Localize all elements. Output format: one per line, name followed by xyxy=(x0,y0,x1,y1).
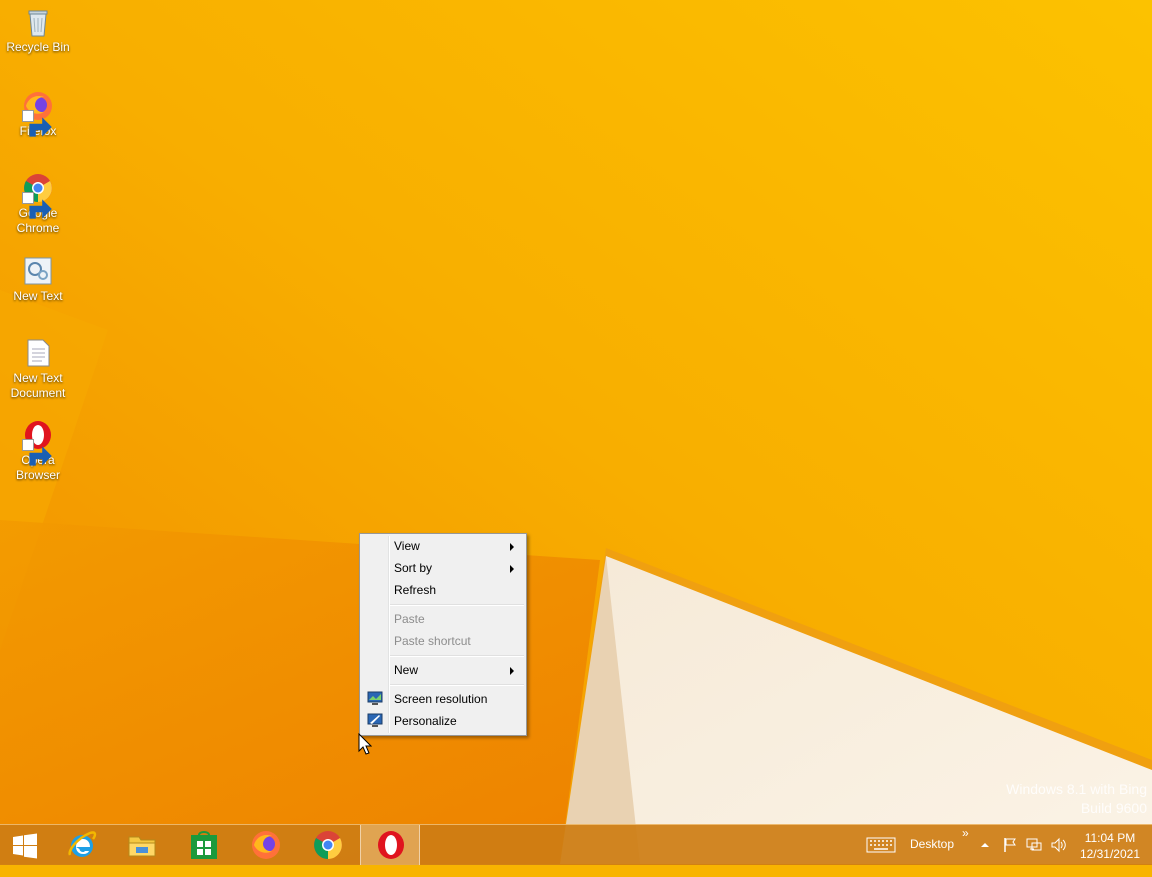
menu-item-label: Screen resolution xyxy=(394,692,488,706)
taskbar-opera[interactable] xyxy=(360,825,420,865)
start-button[interactable] xyxy=(0,825,50,865)
desktop-icon-label: Recycle Bin xyxy=(6,40,70,54)
recycle-bin-icon xyxy=(22,6,54,38)
submenu-arrow-icon xyxy=(510,565,514,573)
menu-item-screen-resolution[interactable]: Screen resolution xyxy=(362,688,524,710)
chrome-icon xyxy=(22,172,54,219)
text-document-icon xyxy=(22,337,54,369)
menu-item-label: Paste xyxy=(394,612,425,626)
menu-item-label: New xyxy=(394,663,419,677)
watermark-build: Build 9600 xyxy=(1080,800,1147,816)
monitor-icon xyxy=(367,691,383,705)
menu-item-label: Refresh xyxy=(394,583,437,597)
windows-watermark: Windows 8.1 with Bing Build 9600 xyxy=(1006,780,1147,818)
volume-icon[interactable] xyxy=(1050,837,1066,853)
menu-item-label: View xyxy=(394,539,420,553)
desktop-icon-recycle-bin[interactable]: Recycle Bin xyxy=(2,6,74,55)
network-icon[interactable] xyxy=(1026,837,1042,853)
menu-item-paste-shortcut[interactable]: Paste shortcut xyxy=(362,630,524,652)
opera-icon xyxy=(378,831,404,859)
shortcut-arrow-icon xyxy=(22,192,52,219)
action-center-flag-icon[interactable] xyxy=(1002,837,1018,853)
menu-item-label: Sort by xyxy=(394,561,433,575)
taskbar: Desktop » 11:04 PM 12/31/2021 xyxy=(0,824,1152,865)
menu-item-personalize[interactable]: Personalize xyxy=(362,710,524,732)
internet-explorer-icon xyxy=(68,831,97,857)
taskbar-store[interactable] xyxy=(174,825,234,865)
desktop-icon-new-text[interactable]: New Text xyxy=(2,255,74,304)
show-hidden-icons-icon[interactable] xyxy=(980,837,990,853)
desktop-icon-firefox[interactable]: Firefox xyxy=(2,90,74,139)
shortcut-arrow-icon xyxy=(22,439,52,466)
control-panel-icon xyxy=(22,255,54,287)
desktop-context-menu: View Sort by Refresh Paste Paste shortcu… xyxy=(359,533,527,736)
menu-item-new[interactable]: New xyxy=(362,659,524,681)
menu-item-sort-by[interactable]: Sort by xyxy=(362,557,524,579)
mouse-cursor-icon xyxy=(358,733,372,755)
desktop-icon-google-chrome[interactable]: Google Chrome xyxy=(2,172,74,236)
clock-time: 11:04 PM xyxy=(1084,831,1136,845)
taskbar-file-explorer[interactable] xyxy=(112,825,172,865)
shortcut-arrow-icon xyxy=(22,110,52,137)
taskbar-firefox[interactable] xyxy=(236,825,296,865)
menu-separator xyxy=(390,684,524,686)
menu-separator xyxy=(390,655,524,657)
toolbar-chevron-icon[interactable]: » xyxy=(962,826,969,866)
desktop-icon-label: New Text Document xyxy=(10,371,66,400)
submenu-arrow-icon xyxy=(510,543,514,551)
clock-date: 12/31/2021 xyxy=(1079,847,1140,861)
desktop-wallpaper[interactable] xyxy=(0,0,1152,864)
desktop-icon-new-text-document[interactable]: New Text Document xyxy=(2,337,74,401)
firefox-icon xyxy=(22,90,54,137)
desktop-toolbar[interactable]: Desktop xyxy=(910,837,954,877)
watermark-edition: Windows 8.1 with Bing xyxy=(1006,781,1147,797)
desktop-icon-opera-browser[interactable]: Opera Browser xyxy=(2,419,74,483)
desktop-icon-label: New Text xyxy=(13,289,63,303)
toolbar-chevron-glyph: » xyxy=(962,826,969,840)
desktop-toolbar-label: Desktop xyxy=(910,837,955,851)
system-clock[interactable]: 11:04 PM 12/31/2021 xyxy=(1080,830,1140,862)
store-icon xyxy=(191,831,217,859)
menu-separator xyxy=(390,604,524,606)
taskbar-internet-explorer[interactable] xyxy=(52,825,112,865)
submenu-arrow-icon xyxy=(510,667,514,675)
menu-item-refresh[interactable]: Refresh xyxy=(362,579,524,601)
personalize-icon xyxy=(367,713,383,727)
opera-icon xyxy=(22,419,54,466)
firefox-icon xyxy=(252,831,280,859)
menu-item-paste[interactable]: Paste xyxy=(362,608,524,630)
menu-item-label: Paste shortcut xyxy=(394,634,471,648)
taskbar-chrome[interactable] xyxy=(298,825,358,865)
windows-logo-icon xyxy=(13,833,37,859)
menu-item-view[interactable]: View xyxy=(362,535,524,557)
file-explorer-icon xyxy=(128,836,156,857)
touch-keyboard-icon[interactable] xyxy=(866,837,896,853)
chrome-icon xyxy=(314,831,342,859)
menu-item-label: Personalize xyxy=(394,714,457,728)
